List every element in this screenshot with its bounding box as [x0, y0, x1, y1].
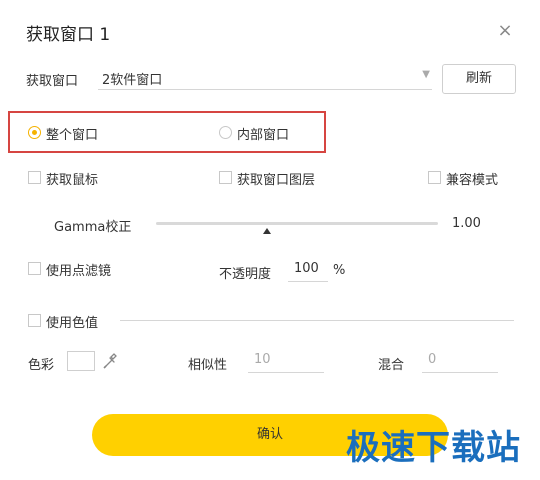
color-label: 色彩: [28, 358, 55, 373]
window-layer-checkbox[interactable]: [219, 171, 232, 184]
close-icon[interactable]: ×: [496, 22, 514, 40]
capture-window-label: 获取窗口: [26, 74, 79, 89]
chevron-down-icon: ▼: [422, 69, 430, 80]
compat-mode-label[interactable]: 兼容模式: [446, 169, 498, 188]
gamma-value: 1.00: [452, 216, 481, 231]
radio-inner-window[interactable]: [219, 126, 232, 139]
radio-whole-window[interactable]: [28, 126, 41, 139]
window-layer-label[interactable]: 获取窗口图层: [237, 169, 315, 188]
color-key-checkbox[interactable]: [28, 314, 41, 327]
capture-mouse-label[interactable]: 获取鼠标: [46, 169, 98, 188]
gamma-slider-thumb[interactable]: [263, 228, 271, 234]
similarity-value: 10: [254, 352, 271, 367]
capture-mouse-checkbox[interactable]: [28, 171, 41, 184]
opacity-unit: %: [333, 263, 346, 278]
opacity-input[interactable]: 100: [288, 259, 328, 282]
similarity-input[interactable]: 10: [248, 350, 324, 373]
point-filter-checkbox[interactable]: [28, 262, 41, 275]
point-filter-label[interactable]: 使用点滤镜: [46, 260, 111, 279]
gamma-slider[interactable]: [156, 222, 438, 225]
window-select-value: 2软件窗口: [102, 73, 163, 88]
color-swatch[interactable]: [67, 351, 95, 371]
gamma-label: Gamma校正: [54, 220, 132, 235]
inner-window-label[interactable]: 内部窗口: [237, 124, 289, 143]
blend-label: 混合: [378, 358, 405, 373]
get-window-dialog: 获取窗口 1 × 获取窗口 2软件窗口 ▼ 刷新 整个窗口 内部窗口 获取鼠标 …: [0, 0, 540, 480]
opacity-value: 100: [294, 261, 319, 276]
opacity-label: 不透明度: [219, 267, 272, 282]
refresh-button[interactable]: 刷新: [442, 64, 516, 94]
blend-input[interactable]: 0: [422, 350, 498, 373]
divider: [120, 320, 514, 321]
watermark: 极速下载站: [346, 428, 521, 468]
dialog-title: 获取窗口 1: [26, 25, 111, 45]
compat-mode-checkbox[interactable]: [428, 171, 441, 184]
blend-value: 0: [428, 352, 437, 367]
window-select[interactable]: 2软件窗口 ▼: [98, 65, 432, 90]
color-key-label[interactable]: 使用色值: [46, 312, 98, 331]
eyedropper-icon[interactable]: [102, 352, 118, 370]
similarity-label: 相似性: [188, 358, 228, 373]
whole-window-label[interactable]: 整个窗口: [46, 124, 98, 143]
